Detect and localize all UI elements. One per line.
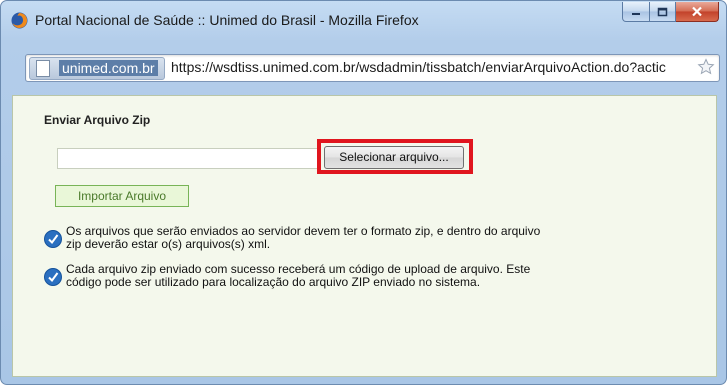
info-check-icon	[44, 230, 62, 248]
site-identity-label: unimed.com.br	[59, 60, 158, 76]
title-bar[interactable]: Portal Nacional de Saúde :: Unimed do Br…	[1, 1, 726, 39]
site-identity-button[interactable]: unimed.com.br	[29, 57, 165, 80]
file-path-input[interactable]	[57, 148, 321, 169]
close-button[interactable]	[676, 2, 719, 22]
info-text: Os arquivos que serão enviados ao servid…	[66, 225, 706, 251]
info-text-line: código pode ser utilizado para localizaç…	[66, 275, 481, 289]
address-bar[interactable]: unimed.com.br https://wsdtiss.unimed.com…	[25, 54, 720, 82]
select-file-button[interactable]: Selecionar arquivo...	[324, 146, 464, 169]
url-text[interactable]: https://wsdtiss.unimed.com.br/wsdadmin/t…	[171, 59, 689, 75]
page-icon	[36, 60, 50, 77]
page-content: Enviar Arquivo Zip Selecionar arquivo...…	[12, 95, 717, 377]
info-check-icon	[44, 268, 62, 286]
close-icon	[692, 6, 702, 17]
maximize-icon	[657, 7, 668, 16]
minimize-icon	[632, 12, 640, 15]
window-title: Portal Nacional de Saúde :: Unimed do Br…	[35, 12, 419, 28]
minimize-button[interactable]	[622, 2, 650, 22]
browser-window: Portal Nacional de Saúde :: Unimed do Br…	[0, 0, 727, 385]
import-file-button[interactable]: Importar Arquivo	[55, 185, 189, 207]
firefox-icon	[11, 12, 28, 29]
section-title: Enviar Arquivo Zip	[44, 113, 151, 127]
bookmark-star-icon[interactable]	[697, 58, 715, 76]
window-controls	[622, 2, 719, 22]
info-text-line: zip deverão estar o(s) arquivos(s) xml.	[66, 237, 271, 251]
maximize-button[interactable]	[650, 2, 676, 22]
info-text: Cada arquivo zip enviado com sucesso rec…	[66, 263, 706, 289]
